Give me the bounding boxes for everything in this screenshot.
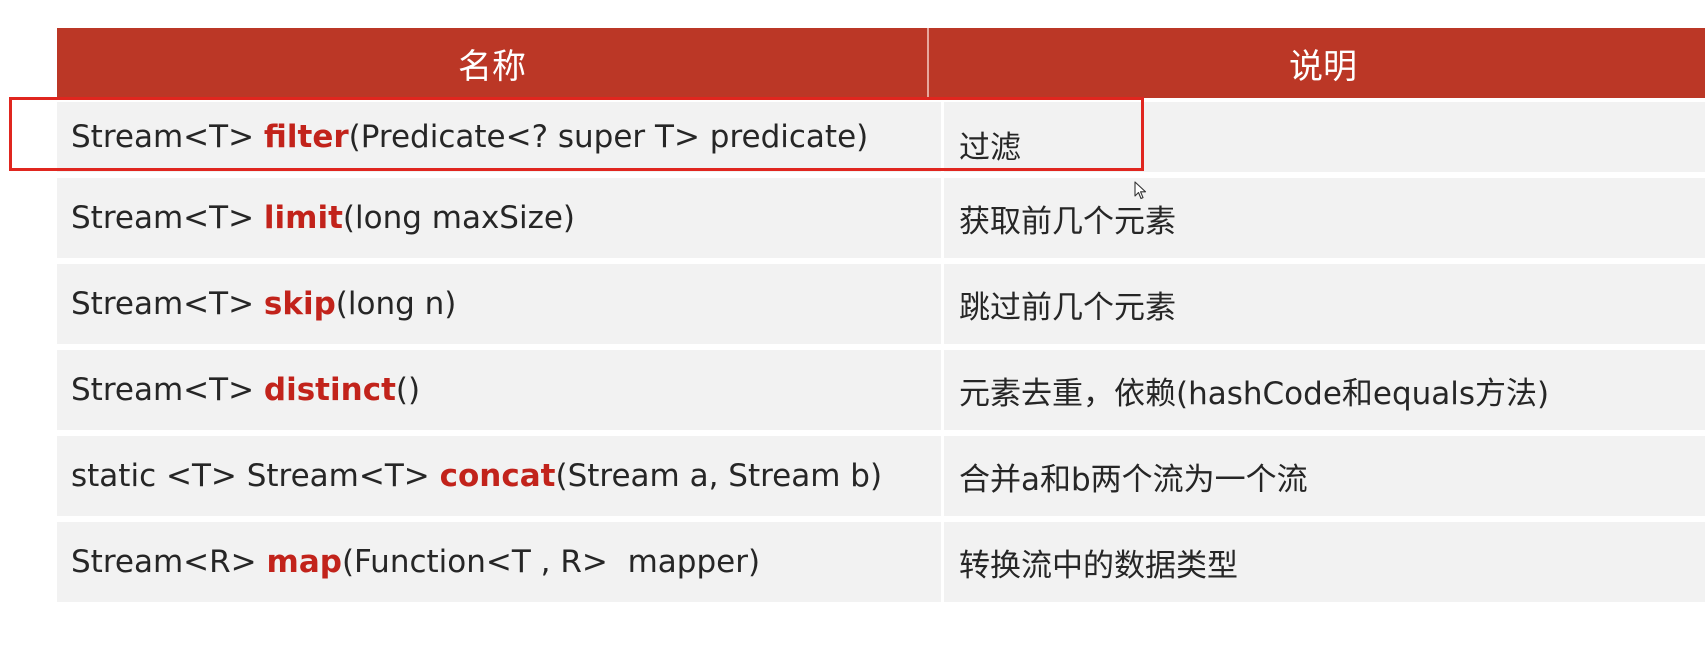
header-description: 说明	[1289, 46, 1357, 87]
method-name: distinct	[263, 372, 396, 408]
stream-methods-table: 名称 说明 Stream<T> filter (Predicate<? super…	[57, 28, 1705, 602]
description-cell: 获取前几个元素	[959, 203, 1176, 240]
signature-prefix: Stream<T>	[71, 372, 264, 408]
signature-prefix: Stream<T>	[71, 119, 264, 155]
method-name: limit	[263, 200, 343, 236]
signature-params: ()	[395, 372, 421, 408]
signature-prefix: Stream<T>	[71, 286, 264, 322]
method-name: skip	[263, 286, 336, 322]
signature-params: (Stream a, Stream b)	[555, 458, 883, 494]
signature-params: (Function<T , R> mapper)	[341, 544, 761, 580]
table-row: Stream<T> distinct() 元素去重，依赖(hashCode和eq…	[57, 350, 1705, 430]
table-row: static <T> Stream<T> concat (Stream a, St…	[57, 436, 1705, 516]
method-name: concat	[439, 458, 556, 494]
description-cell: 过滤	[959, 129, 1021, 166]
table-row: Stream<T> skip (long n) 跳过前几个元素	[57, 264, 1705, 344]
header-name: 名称	[458, 46, 526, 87]
description-cell: 元素去重，依赖(hashCode和equals方法)	[959, 375, 1550, 412]
signature-prefix: Stream<R>	[71, 544, 267, 580]
table-header: 名称 说明	[57, 28, 1705, 98]
description-cell: 合并a和b两个流为一个流	[959, 461, 1308, 498]
signature-prefix: Stream<T>	[71, 200, 264, 236]
method-name: map	[266, 544, 342, 580]
signature-prefix: static <T> Stream<T>	[71, 458, 440, 494]
signature-params: (long n)	[335, 286, 457, 322]
signature-cell: Stream<R> map (Function<T , R> mapper)	[57, 522, 941, 602]
signature-cell: static <T> Stream<T> concat (Stream a, St…	[57, 436, 941, 516]
signature-params: (long maxSize)	[342, 200, 576, 236]
signature-cell: Stream<T> filter (Predicate<? super T> pr…	[57, 102, 941, 172]
slide: 名称 说明 Stream<T> filter (Predicate<? super…	[0, 0, 1705, 664]
table-row: Stream<T> limit (long maxSize) 获取前几个元素	[57, 178, 1705, 258]
mouse-pointer-icon	[1134, 181, 1147, 200]
signature-params: (Predicate<? super T> predicate)	[348, 119, 869, 155]
table-row: Stream<R> map (Function<T , R> mapper) 转换…	[57, 522, 1705, 602]
signature-cell: Stream<T> skip (long n)	[57, 264, 941, 344]
table-row: Stream<T> filter (Predicate<? super T> pr…	[57, 102, 1705, 172]
signature-cell: Stream<T> limit (long maxSize)	[57, 178, 941, 258]
description-cell: 转换流中的数据类型	[959, 547, 1238, 584]
method-name: filter	[263, 119, 349, 155]
description-cell: 跳过前几个元素	[959, 289, 1176, 326]
signature-cell: Stream<T> distinct()	[57, 350, 941, 430]
